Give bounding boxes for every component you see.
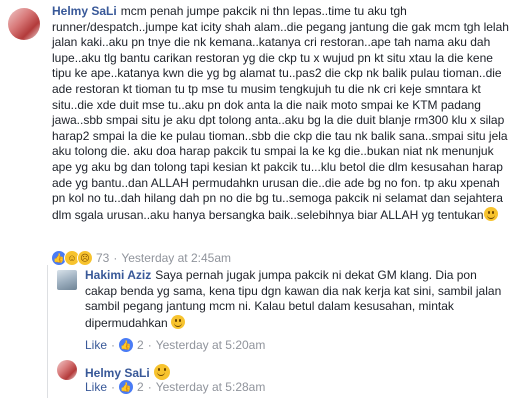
comment-author[interactable]: Helmy SaLi (52, 4, 117, 18)
avatar[interactable] (8, 8, 40, 40)
reply-body: Hakimi Aziz Saya pernah jugak jumpa pakci… (85, 268, 510, 331)
separator: · (147, 338, 152, 352)
separator: · (113, 251, 118, 265)
sad-reaction-icon: ☹ (77, 250, 93, 266)
avatar[interactable] (57, 270, 77, 290)
separator: · (147, 380, 152, 394)
reaction-count[interactable]: 73 (96, 251, 109, 265)
like-button[interactable]: Like (85, 338, 107, 352)
reaction-icons[interactable]: 👍 ☺ ☹ (51, 250, 93, 266)
smile-emoji-icon (483, 206, 498, 221)
reaction-count[interactable]: 2 (137, 380, 144, 394)
thread-line (47, 265, 48, 398)
reply-actions: Like · 👍 2 · Yesterday at 5:28am (85, 379, 265, 395)
reply-author[interactable]: Hakimi Aziz (85, 268, 151, 282)
separator: · (111, 380, 116, 394)
like-button[interactable]: Like (85, 380, 107, 394)
smile-emoji-icon (171, 314, 186, 329)
avatar[interactable] (57, 360, 77, 380)
like-reaction-icon: 👍 (118, 379, 135, 395)
reaction-icons[interactable]: 👍 (118, 337, 135, 353)
reaction-count[interactable]: 2 (137, 338, 144, 352)
comment-actions: 👍 ☺ ☹ 73 · Yesterday at 2:45am (51, 250, 231, 266)
comment-text: mcm penah jumpe pakcik ni thn lepas..tim… (52, 4, 509, 222)
comment-body: Helmy SaLi mcm penah jumpe pakcik ni thn … (52, 4, 510, 223)
timestamp[interactable]: Yesterday at 5:20am (156, 338, 266, 352)
reply-author[interactable]: Helmy SaLi (85, 366, 150, 380)
separator: · (111, 338, 116, 352)
timestamp[interactable]: Yesterday at 5:28am (156, 380, 266, 394)
reaction-icons[interactable]: 👍 (118, 379, 135, 395)
reply-actions: Like · 👍 2 · Yesterday at 5:20am (85, 337, 265, 353)
smile-emoji-icon (153, 364, 170, 380)
timestamp[interactable]: Yesterday at 2:45am (121, 251, 231, 265)
like-reaction-icon: 👍 (118, 337, 135, 353)
